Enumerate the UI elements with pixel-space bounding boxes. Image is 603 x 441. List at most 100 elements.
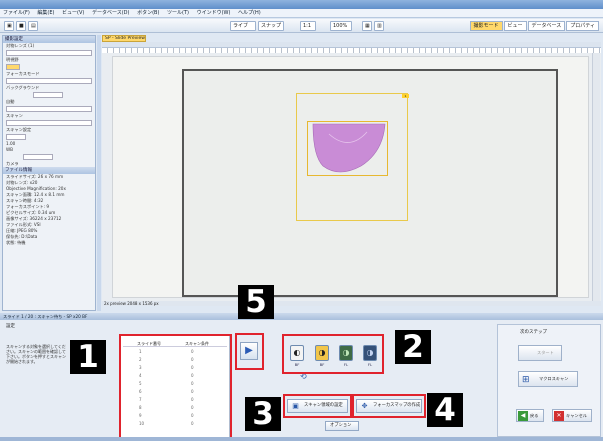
callout-3: 3: [245, 397, 281, 431]
play-icon[interactable]: ▶: [240, 342, 258, 360]
viewer-status: 2x preview 2048 x 1536 px: [102, 301, 601, 306]
scan-flag: 1: [402, 94, 409, 98]
option-button[interactable]: オプション: [325, 421, 359, 431]
cancel-button[interactable]: ✕ キャンセル: [552, 409, 592, 422]
left-row: 自動: [6, 99, 15, 104]
background-button[interactable]: [33, 92, 63, 98]
menu-file[interactable]: ファイル(F): [0, 9, 33, 18]
tab-view[interactable]: ビュー: [503, 21, 527, 31]
list-item[interactable]: 10 0: [123, 420, 227, 428]
slide-number: 1: [139, 349, 142, 354]
file-info-header: ファイル情報: [3, 167, 95, 174]
list-item[interactable]: 20: [123, 356, 227, 364]
tab-properties[interactable]: プロパティ: [566, 21, 599, 31]
menu-bar: ファイル(F) 編集(E) ビュー(V) データベース(D) ボタン(B) ツー…: [0, 9, 603, 18]
tab-database[interactable]: データベース: [527, 21, 566, 31]
left-row: 明視野: [6, 57, 19, 62]
scan-area-settings-button[interactable]: ▣ スキャン領域の設定: [287, 399, 348, 413]
focus-mode-select[interactable]: [6, 78, 92, 84]
slide-list[interactable]: スライド番号 スキャン条件 10 20 30 40 50 60 70 80 90…: [120, 335, 230, 439]
toolbar: ▣ ■ ▤ ライブ スナップ 1:1 100% ▦ ▥ 撮影モード ビュー デー…: [0, 19, 603, 33]
snap-button[interactable]: スナップ: [258, 21, 284, 31]
list-item[interactable]: 50: [123, 380, 227, 388]
scan-condition: 0: [191, 413, 194, 418]
open-icon[interactable]: ▣: [4, 21, 14, 31]
zoom-fit-button[interactable]: 1:1: [300, 21, 316, 31]
brightfield-mode-icon[interactable]: ◐: [290, 345, 304, 361]
menu-view[interactable]: ビュー(V): [59, 9, 87, 18]
scan-settings-button[interactable]: [6, 134, 26, 140]
scan-condition: 0: [191, 365, 194, 370]
slide-number: 7: [139, 397, 142, 402]
document-tab[interactable]: SP - Slide Preview: [102, 35, 146, 42]
cancel-icon: ✕: [554, 411, 564, 421]
print-icon[interactable]: ▤: [28, 21, 38, 31]
left-row: スキャン: [6, 113, 23, 118]
tab-acquisition[interactable]: 撮影モード: [469, 21, 503, 31]
mode-tabs: 撮影モード ビュー データベース プロパティ: [469, 21, 599, 31]
slide-number: 10: [139, 421, 145, 426]
title-bar: [0, 0, 603, 9]
auto-select[interactable]: [6, 106, 92, 112]
brightfield-toggle[interactable]: [6, 64, 20, 70]
callout-4: 4: [427, 393, 463, 427]
menu-button[interactable]: ボタン(B): [134, 9, 162, 18]
slide-list-header: スライド番号 スキャン条件: [123, 341, 227, 347]
rotate-icon[interactable]: ⟲: [300, 372, 307, 381]
left-panel-header: 撮影設定: [3, 36, 95, 43]
menu-window[interactable]: ウインドウ(W): [194, 9, 234, 18]
macro-scan-icon: ⊞: [522, 375, 530, 385]
menu-tools[interactable]: ツール(T): [164, 9, 192, 18]
mode-label: FL: [343, 362, 349, 367]
list-item[interactable]: 70: [123, 396, 227, 404]
live-button[interactable]: ライブ: [230, 21, 256, 31]
list-item[interactable]: 90: [123, 412, 227, 420]
objective-select[interactable]: [6, 50, 92, 56]
left-row: WB: [6, 147, 14, 152]
layout-icon[interactable]: ▥: [374, 21, 384, 31]
list-item[interactable]: 30: [123, 364, 227, 372]
scan-slider[interactable]: [6, 120, 92, 126]
scan-condition: 0: [191, 405, 194, 410]
menu-edit[interactable]: 編集(E): [34, 9, 57, 18]
tissue-sample: [312, 123, 386, 173]
mode-label: BF: [319, 362, 325, 367]
back-icon: ◀: [518, 411, 528, 421]
back-button[interactable]: ◀ 戻る: [516, 409, 544, 422]
info-row: 状態: 待機: [6, 240, 26, 245]
mode-label: FL: [367, 362, 373, 367]
menu-help[interactable]: ヘルプ(H): [235, 9, 264, 18]
grid-icon[interactable]: ▦: [362, 21, 372, 31]
fluorescence-green-mode-icon[interactable]: ◑: [339, 345, 353, 361]
macro-scan-button[interactable]: ⊞ マクロスキャン: [518, 371, 578, 387]
fluorescence-blue-mode-icon[interactable]: ◑: [363, 345, 377, 361]
scan-condition: 0: [191, 421, 194, 426]
focus-map-icon: ✥: [361, 402, 368, 410]
instructions-text: スキャンする対象を選択してください。スキャンの範囲を確認して下さい。ボタンを押す…: [6, 344, 66, 364]
list-item[interactable]: 80: [123, 404, 227, 412]
brightfield-selected-mode-icon[interactable]: ◑: [315, 345, 329, 361]
list-item[interactable]: 10: [123, 348, 227, 356]
slide-number: 2: [139, 357, 142, 362]
slide-number: 9: [139, 413, 142, 418]
list-item[interactable]: 60: [123, 388, 227, 396]
bottom-panel-header: スライド 1 / 20 : スキャン待ち - SP x20 BF: [0, 313, 603, 320]
callout-1: 1: [70, 340, 106, 374]
panel-splitter[interactable]: [97, 35, 101, 311]
scan-condition: 0: [191, 397, 194, 402]
scan-condition: 0: [191, 373, 194, 378]
wb-button[interactable]: [23, 154, 53, 160]
left-row: スキャン設定: [6, 127, 32, 132]
callout-5: 5: [238, 285, 274, 319]
start-button[interactable]: スタート: [518, 345, 562, 361]
settings-label: 設定: [6, 324, 15, 329]
left-panel: 撮影設定 対物レンズ (1) 明視野 フォーカスモード バックグラウンド 自動 …: [2, 35, 96, 311]
scan-condition: 0: [191, 349, 194, 354]
focus-map-button[interactable]: ✥ フォーカスマップの作成: [356, 399, 422, 413]
save-icon[interactable]: ■: [16, 21, 26, 31]
list-item[interactable]: 40: [123, 372, 227, 380]
scan-area-icon: ▣: [292, 402, 299, 410]
zoom-level[interactable]: 100%: [330, 21, 352, 31]
vertical-scrollbar[interactable]: [592, 53, 600, 301]
menu-database[interactable]: データベース(D): [89, 9, 133, 18]
